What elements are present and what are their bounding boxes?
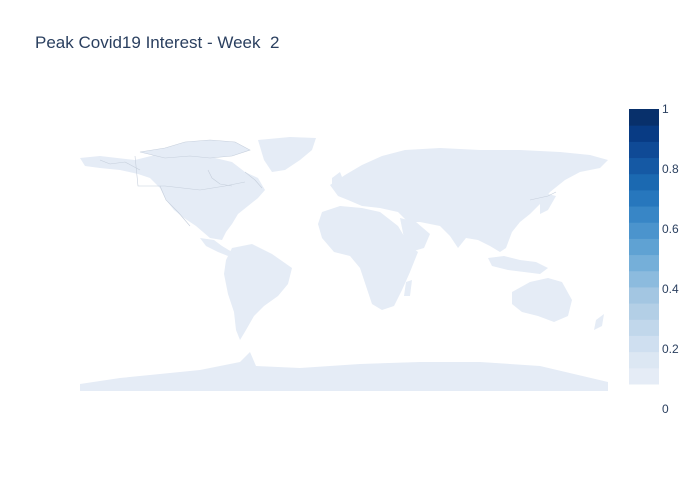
colorbar-segment [629, 286, 659, 304]
southeast-asia-islands [488, 256, 548, 274]
colorbar-segment [629, 351, 659, 369]
colorbar-tick-label: 0.8 [662, 162, 679, 176]
north-america [80, 148, 265, 240]
antarctica [80, 352, 608, 391]
colorbar-segment [629, 109, 659, 126]
colorbar-segment [629, 222, 659, 239]
colorbar-segment [629, 319, 659, 336]
land-layer [80, 137, 608, 391]
colorbar-segment [629, 254, 659, 272]
colorbar-tick-label: 0 [662, 402, 669, 416]
colorbar-segment [629, 125, 659, 142]
colorbar-tick-label: 0.4 [662, 282, 679, 296]
greenland [258, 137, 316, 172]
colorbar-segment [629, 173, 659, 191]
south-america [224, 244, 292, 340]
colorbar-segment [629, 238, 659, 256]
colorbar-segment [629, 157, 659, 175]
central-america [200, 238, 232, 256]
colorbar-segment [629, 189, 659, 207]
new-zealand [594, 314, 604, 330]
colorbar-segment [629, 141, 659, 159]
colorbar-segment [629, 303, 659, 320]
colorbar-segment [629, 270, 659, 288]
colorbar-segment [629, 206, 659, 223]
colorbar-tick-label: 0.6 [662, 222, 679, 236]
colorbar [629, 109, 659, 385]
colorbar-tick-label: 1 [662, 102, 669, 116]
world-map[interactable] [0, 0, 700, 500]
colorbar-tick-label: 0.2 [662, 342, 679, 356]
colorbar-segment [629, 335, 659, 353]
colorbar-segment [629, 367, 659, 385]
australia [512, 278, 572, 322]
